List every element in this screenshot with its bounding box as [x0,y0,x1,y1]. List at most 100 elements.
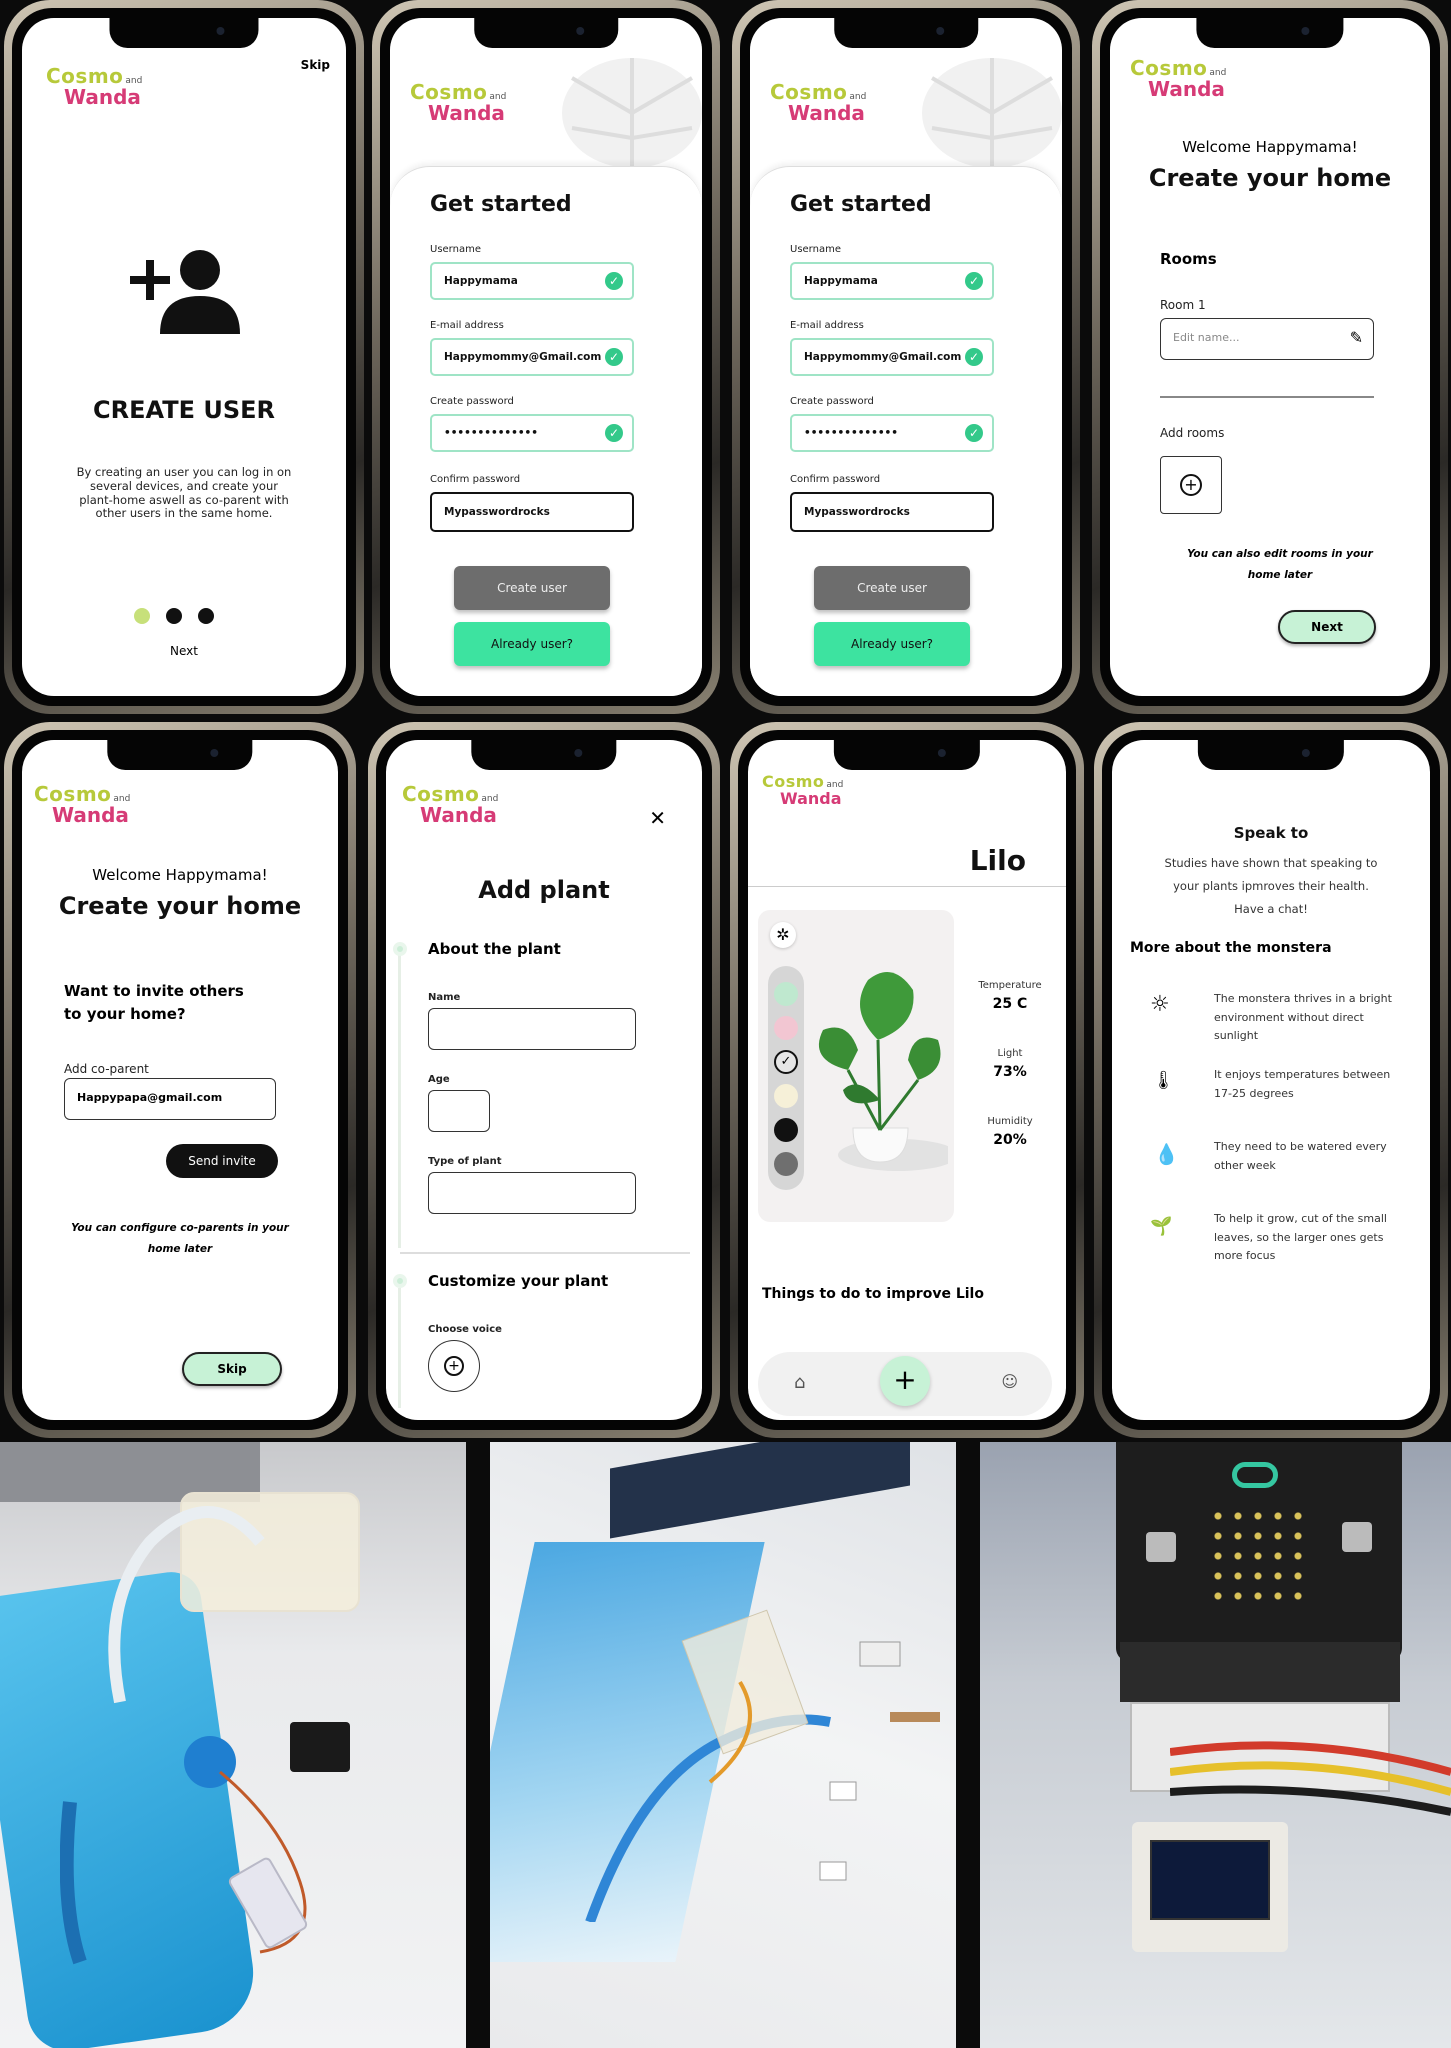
confirm-label: Confirm password [790,474,881,485]
skip-link[interactable]: Skip [301,58,330,72]
divider [748,886,1066,887]
swatch-cream[interactable] [774,1084,798,1108]
welcome-text: Welcome Happymama! [1182,138,1358,156]
email-field[interactable]: Happymommy@Gmail.com ✓ [430,338,634,376]
humidity-label: Humidity [987,1116,1033,1127]
password-value: •••••••••••••• [444,427,538,439]
room-name-input[interactable]: Edit name... ✎ [1160,318,1374,360]
confirm-password-field[interactable]: Mypasswordrocks [430,492,634,532]
skip-button[interactable]: Skip [182,1352,282,1386]
email-label: E-mail address [790,320,864,331]
page-title: Create your home [1148,164,1392,192]
phone-notch [107,740,253,770]
phone-notch [109,18,259,48]
already-user-button[interactable]: Already user? [454,622,610,666]
screen-invite: Cosmo and Wanda Welcome Happymama! Create… [22,740,338,1420]
username-field[interactable]: Happymama ✓ [430,262,634,300]
profile-icon[interactable]: ☺ [1001,1372,1018,1391]
check-icon: ✓ [605,272,623,290]
plus-circle-icon: + [444,1356,464,1376]
photo-microbit-display [980,1442,1451,2048]
swatch-black[interactable] [774,1118,798,1142]
screen-get-started-2: Cosmo and Wanda Get started Username Happ… [750,18,1062,696]
type-label: Type of plant [428,1156,502,1167]
plant-age-input[interactable] [428,1090,490,1132]
phone-notch [1196,18,1344,48]
dot [166,608,182,624]
phone-notch [834,18,978,48]
speak-title: Speak to [1233,824,1309,842]
brand-logo: Cosmo and Wanda [34,782,131,827]
plus-circle-icon: + [1180,474,1202,496]
jumper-wires [1170,1741,1451,1816]
light-value: 73% [993,1064,1027,1080]
password-field[interactable]: •••••••••••••• ✓ [790,414,994,452]
phone-get-started: Cosmo and Wanda Get started Username Happ… [372,0,720,714]
password-label: Create password [430,396,514,407]
page-title: CREATE USER [93,396,275,424]
already-user-button[interactable]: Already user? [814,622,970,666]
add-rooms-label: Add rooms [1160,426,1225,440]
phone-invite: Cosmo and Wanda Welcome Happymama! Create… [4,722,356,1438]
page-title: Add plant [478,876,610,904]
screen-add-plant: Cosmo and Wanda ✕ Add plant About the pla… [386,740,702,1420]
check-icon: ✓ [965,424,983,442]
brand-logo: Cosmo and Wanda [410,80,507,125]
section-about-plant: About the plant [428,940,561,958]
password-field[interactable]: •••••••••••••• ✓ [430,414,634,452]
screen-plant-detail: Cosmo and Wanda Lilo ✲ ✓ Temperature 25 C… [748,740,1066,1420]
humidity-value: 20% [993,1132,1027,1148]
create-user-button[interactable]: Create user [454,566,610,610]
check-icon: ✓ [605,348,623,366]
confirm-label: Confirm password [430,474,521,485]
plant-type-input[interactable] [428,1172,636,1214]
coparent-email-input[interactable]: Happypapa@gmail.com [64,1078,276,1120]
flower-icon[interactable]: ✲ [770,922,796,948]
welcome-text: Welcome Happymama! [92,866,268,884]
led-matrix [1208,1506,1308,1606]
send-invite-button[interactable]: Send invite [166,1144,278,1178]
confirm-password-field[interactable]: Mypasswordrocks [790,492,994,532]
fact-light: The monstera thrives in a bright environ… [1214,992,1392,1043]
add-room-button[interactable]: + [1160,456,1222,514]
rooms-heading: Rooms [1160,250,1217,268]
speak-text: Studies have shown that speaking to your… [1164,856,1378,916]
photo-water-bladder [0,1442,466,2048]
next-link[interactable]: Next [22,644,346,658]
brand-logo: Cosmo and Wanda [770,80,867,125]
swatch-pink[interactable] [774,1016,798,1040]
phone-get-started-2: Cosmo and Wanda Get started Username Happ… [732,0,1080,714]
add-voice-button[interactable]: + [428,1340,480,1392]
next-button[interactable]: Next [1278,610,1376,644]
home-icon[interactable]: ⌂ [794,1372,805,1393]
username-value: Happymama [804,275,878,287]
email-label: E-mail address [430,320,504,331]
confirm-value: Mypasswordrocks [804,506,910,518]
check-icon: ✓ [605,424,623,442]
screen-get-started: Cosmo and Wanda Get started Username Happ… [390,18,702,696]
step-dot [393,1274,407,1288]
screen-create-user: Cosmo and Wanda Skip CREATE USER By creat… [22,18,346,696]
add-plant-icon[interactable]: + [880,1356,930,1406]
username-field[interactable]: Happymama ✓ [790,262,994,300]
close-icon[interactable]: ✕ [649,806,666,830]
pencil-icon[interactable]: ✎ [1350,328,1363,347]
add-user-icon [130,250,240,334]
swatch-mint[interactable] [774,982,798,1006]
divider [1160,396,1374,398]
fact-water: They need to be watered every other week [1214,1140,1387,1172]
confirm-value: Mypasswordrocks [444,506,550,518]
email-field[interactable]: Happymommy@Gmail.com ✓ [790,338,994,376]
swatch-grey-selected[interactable]: ✓ [774,1050,798,1074]
thermometer-icon: 🌡 [1152,1070,1175,1091]
phone-plant-detail: Cosmo and Wanda Lilo ✲ ✓ Temperature 25 C… [730,722,1084,1438]
phone-create-user: Cosmo and Wanda Skip CREATE USER By creat… [4,0,364,714]
swatch-dark-grey[interactable] [774,1152,798,1176]
brand-logo: Cosmo and Wanda [46,64,143,109]
phone-plant-info: Speak to Studies have shown that speakin… [1094,722,1448,1438]
plant-name-input[interactable] [428,1008,636,1050]
microbit-board [1116,1442,1402,1662]
microbit-logo [1232,1462,1278,1488]
voice-label: Choose voice [428,1324,502,1335]
create-user-button[interactable]: Create user [814,566,970,610]
